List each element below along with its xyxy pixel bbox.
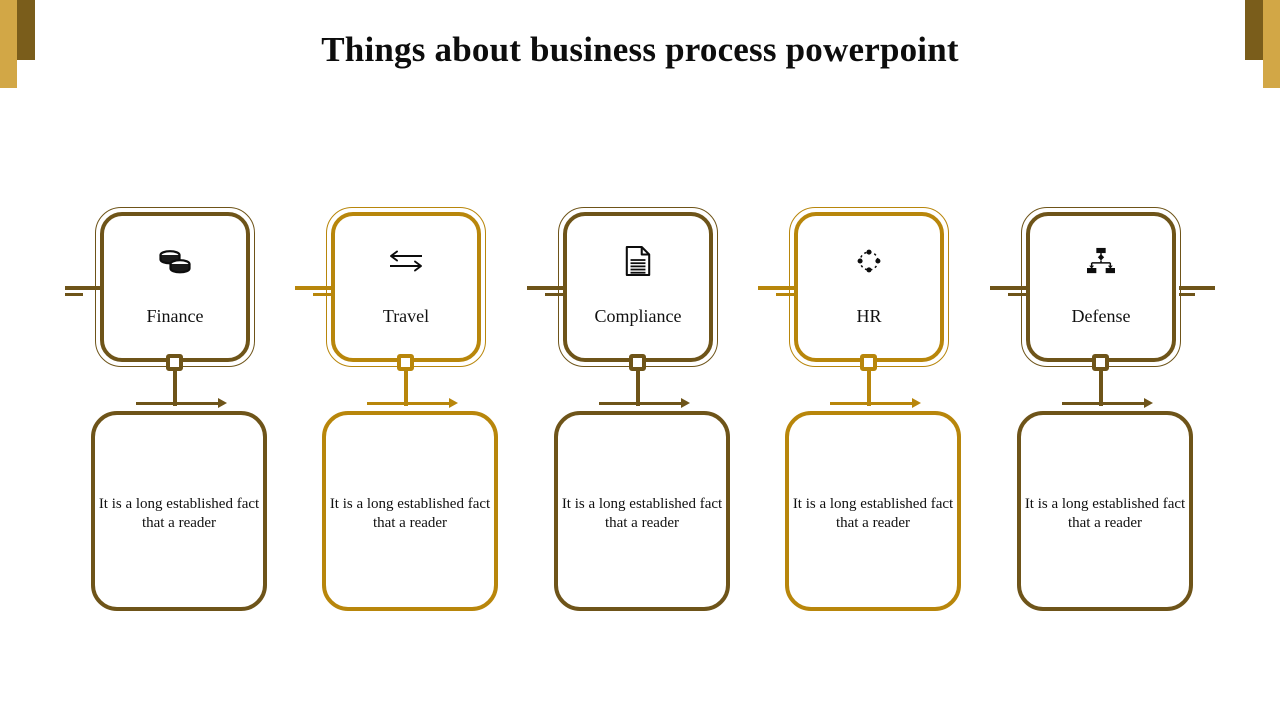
process-step-travel[interactable]: Travel It is a long established fact tha… (295, 0, 550, 720)
process-step-compliance[interactable]: Compliance It is a long established fact… (527, 0, 782, 720)
connector-dash-right (1179, 283, 1223, 297)
step-description-text: It is a long established fact that a rea… (792, 496, 954, 531)
step-card[interactable] (1026, 212, 1176, 362)
step-connector-stem (403, 368, 408, 406)
step-connector-stem (1098, 368, 1103, 406)
flow-arrow-head (449, 398, 458, 408)
step-card[interactable] (563, 212, 713, 362)
connector-dash-short (65, 293, 83, 296)
step-label: Finance (146, 306, 204, 326)
flow-arrow-head (681, 398, 690, 408)
step-description-text: It is a long established fact that a rea… (329, 496, 491, 531)
step-label: Compliance (594, 306, 682, 326)
flow-arrow-line (599, 402, 684, 405)
step-description-text: It is a long established fact that a rea… (98, 496, 260, 531)
flow-arrow-line (1062, 402, 1147, 405)
step-connector-stem (172, 368, 177, 406)
step-card[interactable] (100, 212, 250, 362)
flow-arrow-head (218, 398, 227, 408)
step-description-text: It is a long established fact that a rea… (1024, 496, 1186, 531)
process-step-hr[interactable]: HR It is a long established fact that a … (758, 0, 1013, 720)
connector-dash-short (1179, 293, 1195, 296)
connector-dash-long (1179, 286, 1215, 290)
flow-arrow-head (1144, 398, 1153, 408)
flow-arrow-line (367, 402, 452, 405)
step-card[interactable] (331, 212, 481, 362)
exchange-arrows-icon (331, 238, 481, 284)
step-connector-stem (635, 368, 640, 406)
step-label: HR (856, 306, 882, 326)
coins-icon (100, 238, 250, 284)
network-dots-icon (794, 238, 944, 284)
process-step-defense[interactable]: Defense It is a long established fact th… (990, 0, 1245, 720)
slide-canvas: Things about business process powerpoint… (0, 0, 1280, 720)
hierarchy-icon (1026, 238, 1176, 284)
step-label: Defense (1071, 306, 1131, 326)
document-icon (563, 238, 713, 284)
step-connector-stem (866, 368, 871, 406)
flow-arrow-line (136, 402, 221, 405)
process-step-finance[interactable]: Finance It is a long established fact th… (65, 0, 319, 720)
flow-arrow-line (830, 402, 915, 405)
step-description-text: It is a long established fact that a rea… (561, 496, 723, 531)
flow-arrow-head (912, 398, 921, 408)
step-card[interactable] (794, 212, 944, 362)
step-label: Travel (382, 306, 430, 326)
